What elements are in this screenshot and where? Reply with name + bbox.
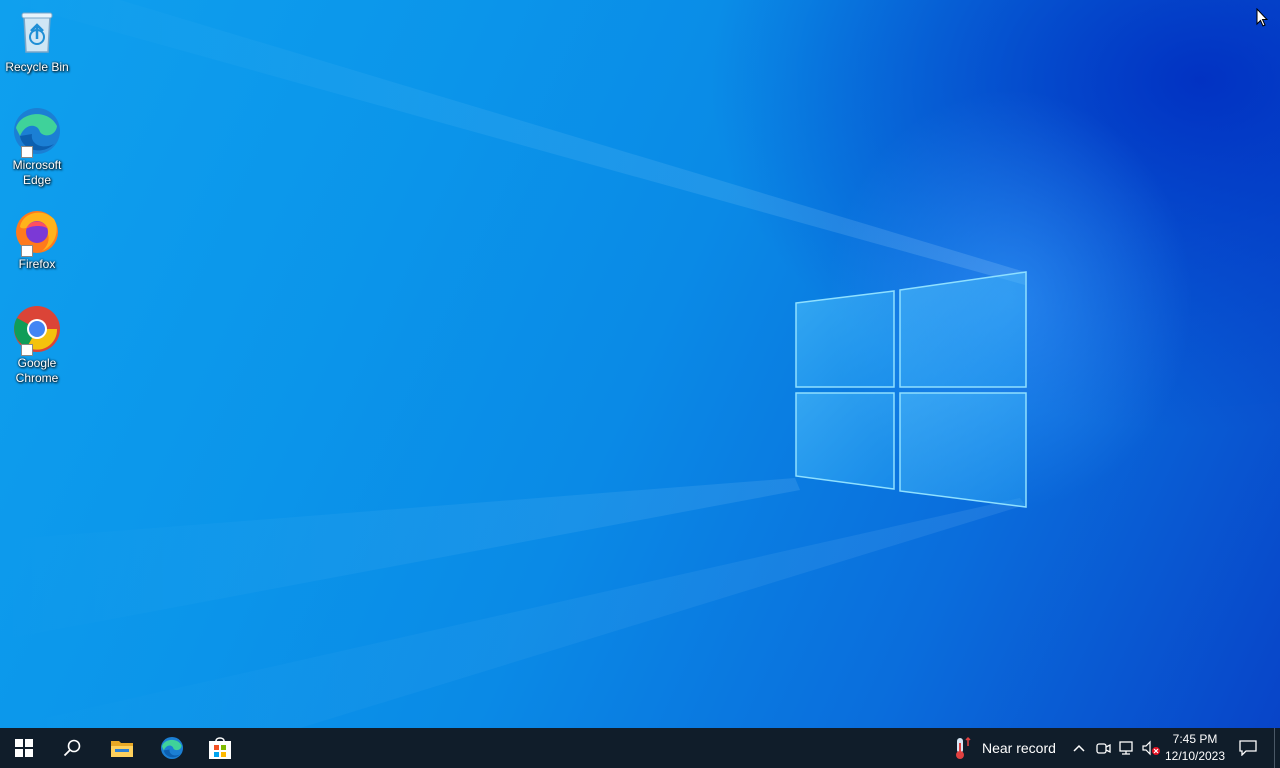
clock-time: 7:45 PM [1172,732,1218,746]
volume-button[interactable] [1140,728,1162,768]
clock-date: 12/10/2023 [1164,749,1226,763]
shortcut-arrow-icon [21,245,33,257]
weather-widget[interactable] [950,728,972,768]
weather-text[interactable]: Near record [982,728,1056,768]
taskbar-clock[interactable]: 7:45 PM 12/10/2023 [1160,731,1230,765]
edge-taskbar-button[interactable] [148,728,196,768]
start-button[interactable] [0,728,48,768]
shortcut-arrow-icon [21,146,33,158]
desktop-icon-label: Recycle Bin [5,60,69,74]
windows-logo-light-beams [0,0,1027,728]
chevron-up-icon [1073,744,1085,752]
desktop-icon-microsoft-edge[interactable]: Microsoft Edge [2,106,72,188]
show-hidden-icons-button[interactable] [1068,728,1090,768]
mouse-cursor-icon [1256,8,1268,27]
desktop-icon-label: Microsoft Edge [12,158,62,187]
network-icon [1119,741,1133,755]
desktop-icon-label: Google Chrome [15,356,59,385]
desktop-wallpaper [0,0,1280,728]
recycle-bin-icon [12,8,62,58]
chrome-icon [12,304,62,356]
shortcut-arrow-icon [21,344,33,356]
search-button[interactable] [48,728,96,768]
file-explorer-button[interactable] [98,728,146,768]
microsoft-store-icon [209,737,231,759]
desktop-icon-firefox[interactable]: Firefox [2,205,72,272]
taskbar: Near record 7:45 PM 12/10/2023 [0,728,1280,768]
meet-now-button[interactable] [1092,728,1114,768]
microsoft-store-button[interactable] [196,728,244,768]
start-windows-icon [15,739,33,757]
edge-icon [12,106,62,158]
desktop-icon-label: Firefox [18,257,56,271]
firefox-icon [12,205,62,257]
desktop-icon-google-chrome[interactable]: Google Chrome [2,304,72,386]
network-button[interactable] [1116,728,1138,768]
action-center-icon [1239,740,1257,756]
volume-muted-icon [1142,740,1160,756]
show-desktop-button[interactable] [1274,728,1275,768]
action-center-button[interactable] [1234,728,1262,768]
file-explorer-icon [111,741,133,757]
meet-now-icon [1096,743,1111,754]
edge-icon [160,736,184,760]
thermometer-icon [956,736,971,759]
desktop-icon-recycle-bin[interactable]: Recycle Bin [2,8,72,75]
search-icon [63,739,81,757]
